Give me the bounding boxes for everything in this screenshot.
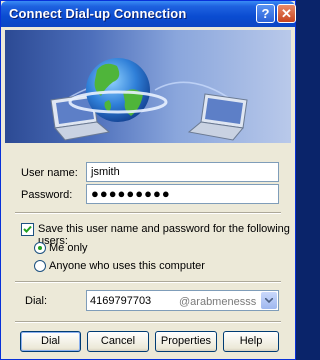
username-input[interactable]: jsmith	[86, 162, 279, 182]
password-input[interactable]: ●●●●●●●●●	[86, 184, 279, 204]
dial-number-combobox[interactable]: 4169797703 @arabmenesss	[86, 290, 279, 311]
dial-button[interactable]: Dial	[20, 331, 81, 352]
radio-me-only[interactable]	[34, 242, 46, 254]
title-bar[interactable]: Connect Dial-up Connection ? ✕	[1, 1, 296, 27]
dial-number-value: 4169797703	[90, 295, 152, 307]
username-label: User name:	[21, 167, 78, 179]
window-title: Connect Dial-up Connection	[9, 6, 187, 21]
dial-dropdown-button[interactable]	[261, 292, 277, 309]
radio-anyone[interactable]	[34, 260, 46, 272]
username-value: jsmith	[91, 166, 120, 178]
help-button[interactable]: Help	[223, 331, 279, 352]
checkmark-icon	[23, 225, 32, 233]
help-title-button[interactable]: ?	[256, 4, 275, 23]
radio-anyone-label: Anyone who uses this computer	[49, 260, 205, 272]
divider-bottom	[15, 321, 281, 323]
dialog-window: Connect Dial-up Connection ? ✕ User name…	[0, 0, 296, 360]
divider-middle	[15, 281, 281, 283]
properties-button[interactable]: Properties	[155, 331, 217, 352]
help-icon: ?	[261, 6, 270, 21]
cancel-button[interactable]: Cancel	[87, 331, 149, 352]
connection-banner	[5, 30, 291, 143]
dial-label: Dial:	[25, 295, 48, 307]
divider-top	[15, 212, 281, 214]
chevron-down-icon	[265, 298, 273, 303]
radio-me-only-label: Me only	[49, 242, 88, 254]
radio-selected-dot	[38, 246, 42, 250]
password-value: ●●●●●●●●●	[91, 186, 171, 201]
password-label: Password:	[21, 189, 73, 201]
close-button[interactable]: ✕	[277, 4, 296, 23]
watermark-text: @arabmenesss	[179, 296, 257, 308]
globe-network-icon	[50, 58, 248, 141]
close-icon: ✕	[281, 6, 292, 21]
save-credentials-checkbox[interactable]	[21, 223, 34, 236]
